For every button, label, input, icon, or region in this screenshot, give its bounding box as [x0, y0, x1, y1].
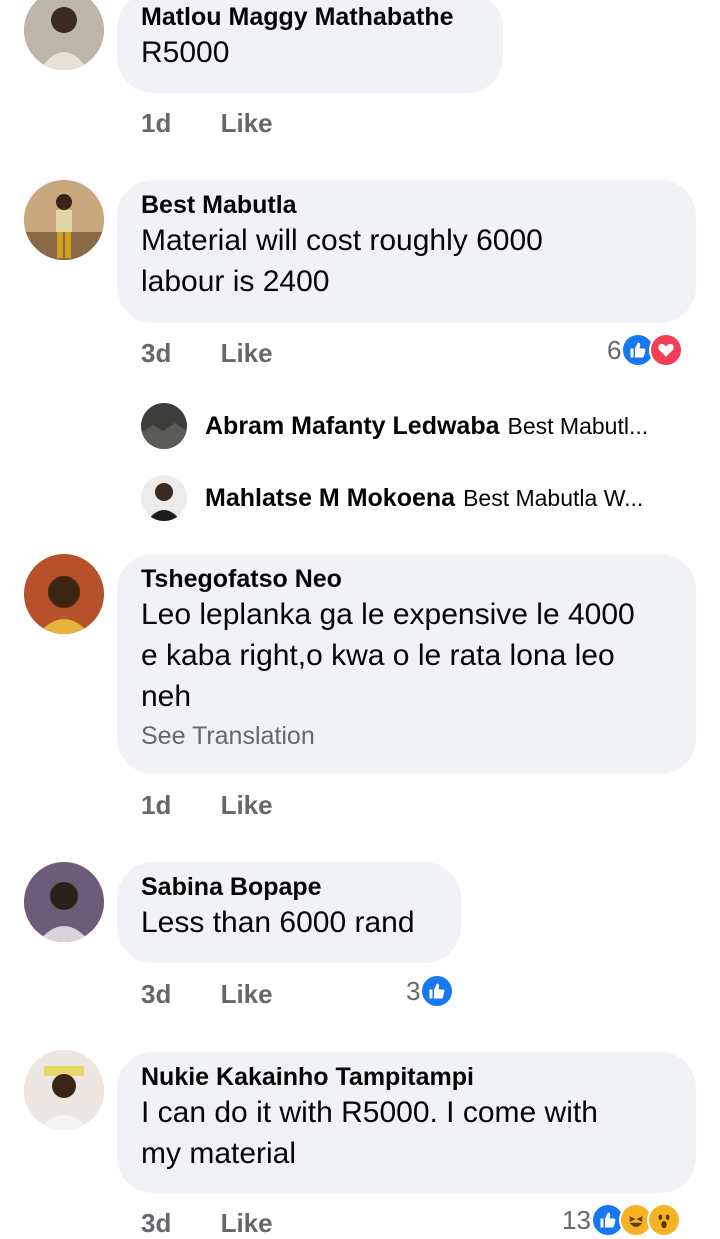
- reaction-summary[interactable]: 3: [406, 974, 455, 1008]
- commenter-name[interactable]: Best Mabutla: [141, 190, 672, 220]
- avatar[interactable]: [141, 475, 187, 521]
- like-button[interactable]: Like: [221, 108, 273, 139]
- avatar[interactable]: [141, 403, 187, 449]
- reaction-count: 6: [607, 334, 622, 365]
- reply-author[interactable]: Mahlatse M Mokoena: [205, 484, 455, 513]
- like-button[interactable]: Like: [221, 979, 273, 1010]
- comment-bubble: Best Mabutla Material will cost roughly …: [117, 180, 696, 323]
- reply-text: Best Mabutla W...: [463, 484, 644, 511]
- commenter-name[interactable]: Sabina Bopape: [141, 872, 437, 902]
- commenter-name[interactable]: Tshegofatso Neo: [141, 564, 672, 594]
- like-button[interactable]: Like: [221, 1208, 273, 1239]
- comment-text-line: labour is 2400: [141, 265, 330, 298]
- comment-bubble: Tshegofatso Neo Leo leplanka ga le expen…: [117, 554, 696, 774]
- reply-text: Best Mabutl...: [507, 412, 649, 439]
- reply-author[interactable]: Abram Mafanty Ledwaba: [205, 412, 500, 441]
- comment-meta: 3d Like: [141, 979, 273, 1010]
- comment-meta: 3d Like: [141, 1208, 273, 1239]
- avatar[interactable]: [24, 554, 104, 634]
- commenter-name[interactable]: Matlou Maggy Mathabathe: [141, 2, 479, 32]
- comment-time[interactable]: 3d: [141, 979, 171, 1010]
- avatar[interactable]: [24, 862, 104, 942]
- comment-text-line: Leo leplanka ga le expensive le 4000: [141, 598, 635, 631]
- reply-preview[interactable]: Mahlatse M Mokoena Best Mabutla W...: [141, 475, 701, 521]
- comment-meta: 1d Like: [141, 108, 273, 139]
- comment-bubble: Sabina Bopape Less than 6000 rand: [117, 862, 461, 963]
- comment-text: R5000: [141, 36, 230, 69]
- comment-meta: 3d Like: [141, 338, 273, 369]
- comment-time[interactable]: 3d: [141, 1208, 171, 1239]
- comment-bubble: Matlou Maggy Mathabathe R5000: [117, 0, 503, 93]
- reaction-summary[interactable]: 6: [607, 333, 684, 367]
- wow-reaction-icon: [646, 1203, 681, 1237]
- comment-text-line: neh: [141, 680, 192, 713]
- love-reaction-icon: [649, 333, 684, 367]
- reply-preview[interactable]: Abram Mafanty Ledwaba Best Mabutl...: [141, 403, 701, 449]
- comment-text-line: my material: [141, 1137, 297, 1170]
- commenter-name[interactable]: Nukie Kakainho Tampitampi: [141, 1062, 672, 1092]
- comment-text-line: I can do it with R5000. I come with: [141, 1096, 598, 1129]
- comment-bubble: Nukie Kakainho Tampitampi I can do it wi…: [117, 1052, 696, 1193]
- comment-time[interactable]: 1d: [141, 108, 171, 139]
- avatar[interactable]: [24, 1050, 104, 1130]
- see-translation-link[interactable]: See Translation: [141, 719, 672, 753]
- avatar[interactable]: [24, 180, 104, 260]
- comment-time[interactable]: 3d: [141, 338, 171, 369]
- comment-meta: 1d Like: [141, 790, 273, 821]
- like-reaction-icon: [420, 974, 455, 1008]
- comment-text-line: Material will cost roughly 6000: [141, 224, 543, 257]
- like-button[interactable]: Like: [221, 338, 273, 369]
- comment-text-line: e kaba right,o kwa o le rata lona leo: [141, 639, 615, 672]
- reaction-count: 3: [406, 975, 421, 1006]
- comment-text: Less than 6000 rand: [141, 906, 415, 939]
- reaction-count: 13: [562, 1204, 591, 1235]
- reaction-summary[interactable]: 13: [562, 1203, 681, 1237]
- comment-time[interactable]: 1d: [141, 790, 171, 821]
- like-button[interactable]: Like: [221, 790, 273, 821]
- avatar[interactable]: [24, 0, 104, 70]
